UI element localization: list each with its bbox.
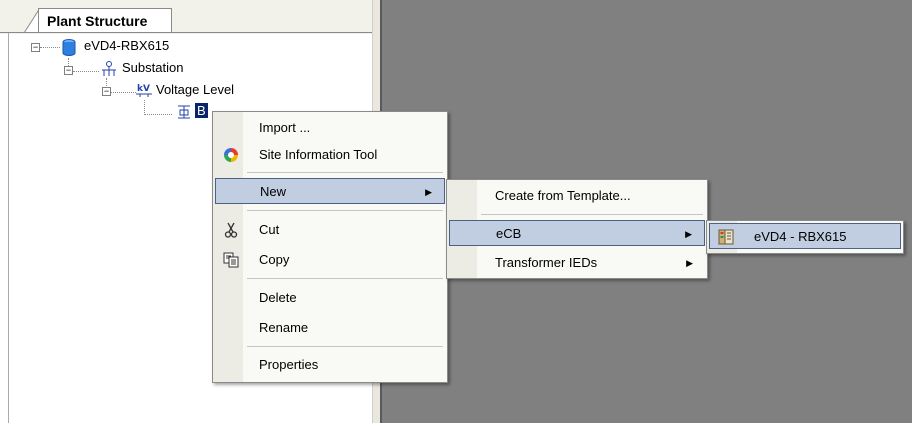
tab-divider [0,32,378,33]
menu-item-label: eCB [496,226,522,241]
menu-separator [247,172,443,173]
menu-item-label: Copy [259,252,290,267]
menu-separator [247,278,443,279]
tree-connector [73,71,99,72]
submenu-arrow-icon: ▶ [685,229,692,239]
menu-item-import[interactable]: Import ... [215,115,445,141]
bay-icon [178,105,190,119]
menu-item-label: eVD4 - RBX615 [754,229,847,244]
ecb-submenu: eVD4 - RBX615 [706,220,904,254]
menu-item-label: Transformer IEDs [495,255,598,270]
menu-item-label: Rename [259,320,309,335]
substation-icon [102,61,116,76]
menu-item-cut[interactable]: Cut [215,217,445,243]
database-icon [62,39,76,56]
submenu-arrow-icon: ▶ [686,258,693,268]
tree-connector [40,47,60,48]
menu-item-rename[interactable]: Rename [215,315,445,341]
menu-separator [247,210,443,211]
tree-connector [144,114,172,115]
menu-item-label: Site Information Tool [259,147,378,162]
menu-separator [481,214,703,215]
menu-item-label: New [260,184,287,199]
menu-item-delete[interactable]: Delete [215,285,445,311]
tree-connector [111,92,136,93]
ied-device-icon [718,229,734,245]
menu-item-transformer-ieds[interactable]: Transformer IEDs ▶ [449,250,705,276]
menu-item-new[interactable]: New ▶ [215,178,445,204]
menu-item-copy[interactable]: Copy [215,247,445,273]
menu-item-evd4-rbx615[interactable]: eVD4 - RBX615 [709,223,901,249]
menu-item-create-from-template[interactable]: Create from Template... [449,183,705,209]
menu-item-label: Create from Template... [495,188,631,203]
submenu-arrow-icon: ▶ [425,187,432,197]
tree-node-bay[interactable]: B [195,103,208,118]
svg-text:kV: kV [137,84,150,94]
tree-expander-root[interactable]: − [31,43,40,52]
pane-border [8,33,9,423]
menu-item-label: Properties [259,357,319,372]
copy-icon [223,252,239,268]
tree-node-voltage-level[interactable]: Voltage Level [156,82,234,97]
tab-plant-structure[interactable]: Plant Structure [38,8,172,33]
menu-item-label: Delete [259,290,297,305]
new-submenu: Create from Template... eCB ▶ Transforme… [446,179,708,279]
scissors-icon [224,222,238,238]
tree-connector [144,100,145,115]
menu-item-properties[interactable]: Properties [215,352,445,378]
menu-item-ecb[interactable]: eCB ▶ [449,220,705,246]
tree-expander-voltage-level[interactable]: − [102,87,111,96]
menu-item-site-information-tool[interactable]: Site Information Tool [215,142,445,168]
menu-item-label: Cut [259,222,280,237]
menu-item-label: Import ... [259,120,311,135]
tree-node-bay-label: B [195,103,208,118]
site-information-icon [224,148,238,162]
tree-node-root[interactable]: eVD4-RBX615 [84,38,169,53]
menu-separator [247,346,443,347]
tree-expander-substation[interactable]: − [64,66,73,75]
tree-node-substation[interactable]: Substation [122,60,183,75]
voltage-level-icon: kV [136,84,152,97]
context-menu: Import ... Site Information Tool New ▶ C… [212,111,448,383]
